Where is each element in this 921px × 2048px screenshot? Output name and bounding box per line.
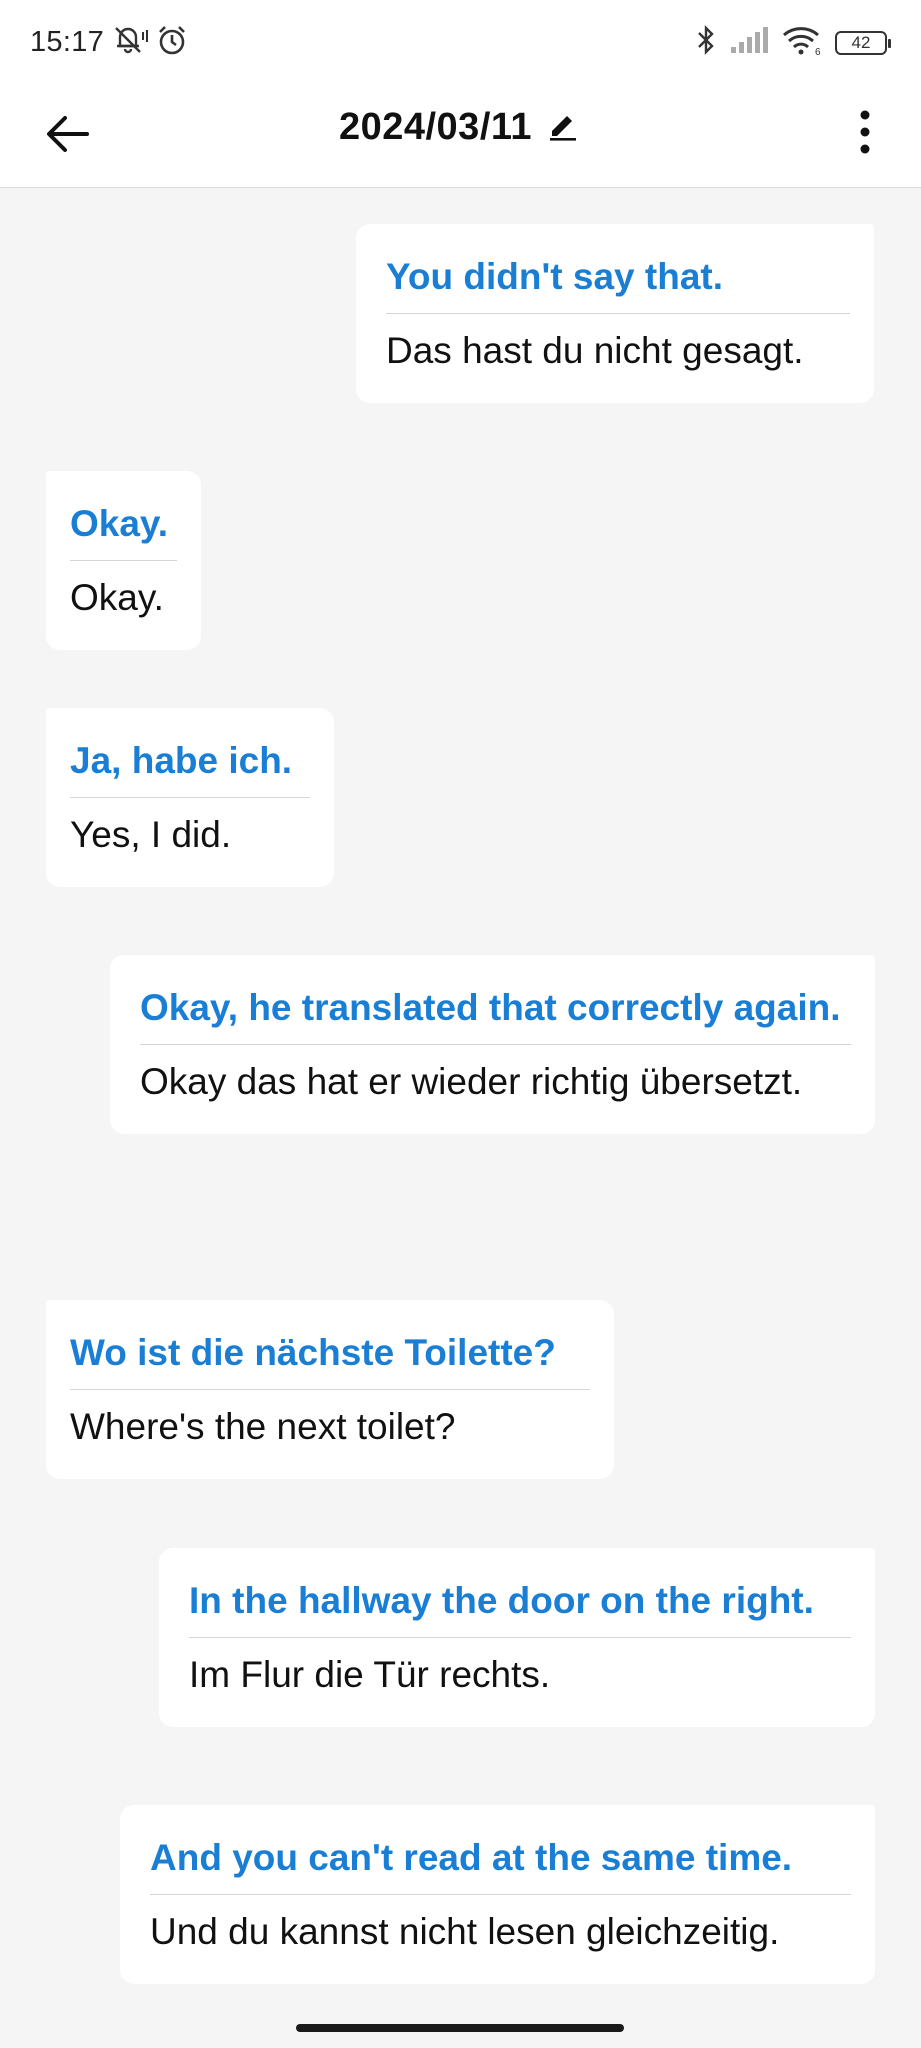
message-translation: Und du kannst nicht lesen gleichzeitig. [150, 1911, 780, 1952]
message-translation: Where's the next toilet? [70, 1406, 456, 1447]
message-original: You didn't say that. [386, 252, 850, 314]
cellular-signal-icon [729, 25, 769, 60]
wifi-icon: 6 [781, 24, 823, 61]
more-options-button[interactable] [837, 102, 893, 166]
message-bubble[interactable]: Wo ist die nächste Toilette? Where's the… [46, 1300, 614, 1479]
message-original: In the hallway the door on the right. [189, 1576, 851, 1638]
message-bubble[interactable]: You didn't say that. Das hast du nicht g… [356, 224, 874, 403]
svg-text:6: 6 [815, 47, 821, 56]
edit-title-button[interactable] [544, 109, 582, 147]
message-original: Ja, habe ich. [70, 736, 310, 798]
message-bubble[interactable]: Ja, habe ich. Yes, I did. [46, 708, 334, 887]
message-original: Okay. [70, 499, 177, 561]
battery-icon: 42 [835, 30, 891, 55]
more-vertical-icon [859, 109, 871, 160]
message-bubble[interactable]: In the hallway the door on the right. Im… [159, 1548, 875, 1727]
message-translation: Yes, I did. [70, 814, 232, 855]
message-bubble[interactable]: Okay, he translated that correctly again… [110, 955, 875, 1134]
conversation-list[interactable]: You didn't say that. Das hast du nicht g… [0, 188, 921, 2008]
message-original: Okay, he translated that correctly again… [140, 983, 851, 1045]
app-bar: 2024/03/11 [0, 82, 921, 188]
status-right-icons: 6 42 [695, 24, 891, 61]
message-translation: Das hast du nicht gesagt. [386, 330, 804, 371]
bluetooth-icon [695, 24, 717, 61]
message-original: Wo ist die nächste Toilette? [70, 1328, 590, 1390]
page-title: 2024/03/11 [338, 106, 533, 148]
title-group: 2024/03/11 [0, 106, 921, 149]
status-left-icons [112, 24, 188, 61]
message-translation: Okay das hat er wieder richtig übersetzt… [140, 1061, 803, 1102]
message-translation: Okay. [70, 577, 164, 618]
message-bubble[interactable]: Okay. Okay. [46, 471, 201, 650]
pencil-icon [548, 109, 578, 146]
home-indicator[interactable] [296, 2024, 624, 2032]
status-bar: 15:17 6 42 [0, 0, 921, 82]
status-time: 15:17 [30, 26, 105, 58]
message-original: And you can't read at the same time. [150, 1833, 851, 1895]
notifications-muted-icon [112, 24, 150, 61]
alarm-icon [156, 24, 188, 61]
message-translation: Im Flur die Tür rechts. [189, 1654, 551, 1695]
message-bubble[interactable]: And you can't read at the same time. Und… [120, 1805, 875, 1984]
